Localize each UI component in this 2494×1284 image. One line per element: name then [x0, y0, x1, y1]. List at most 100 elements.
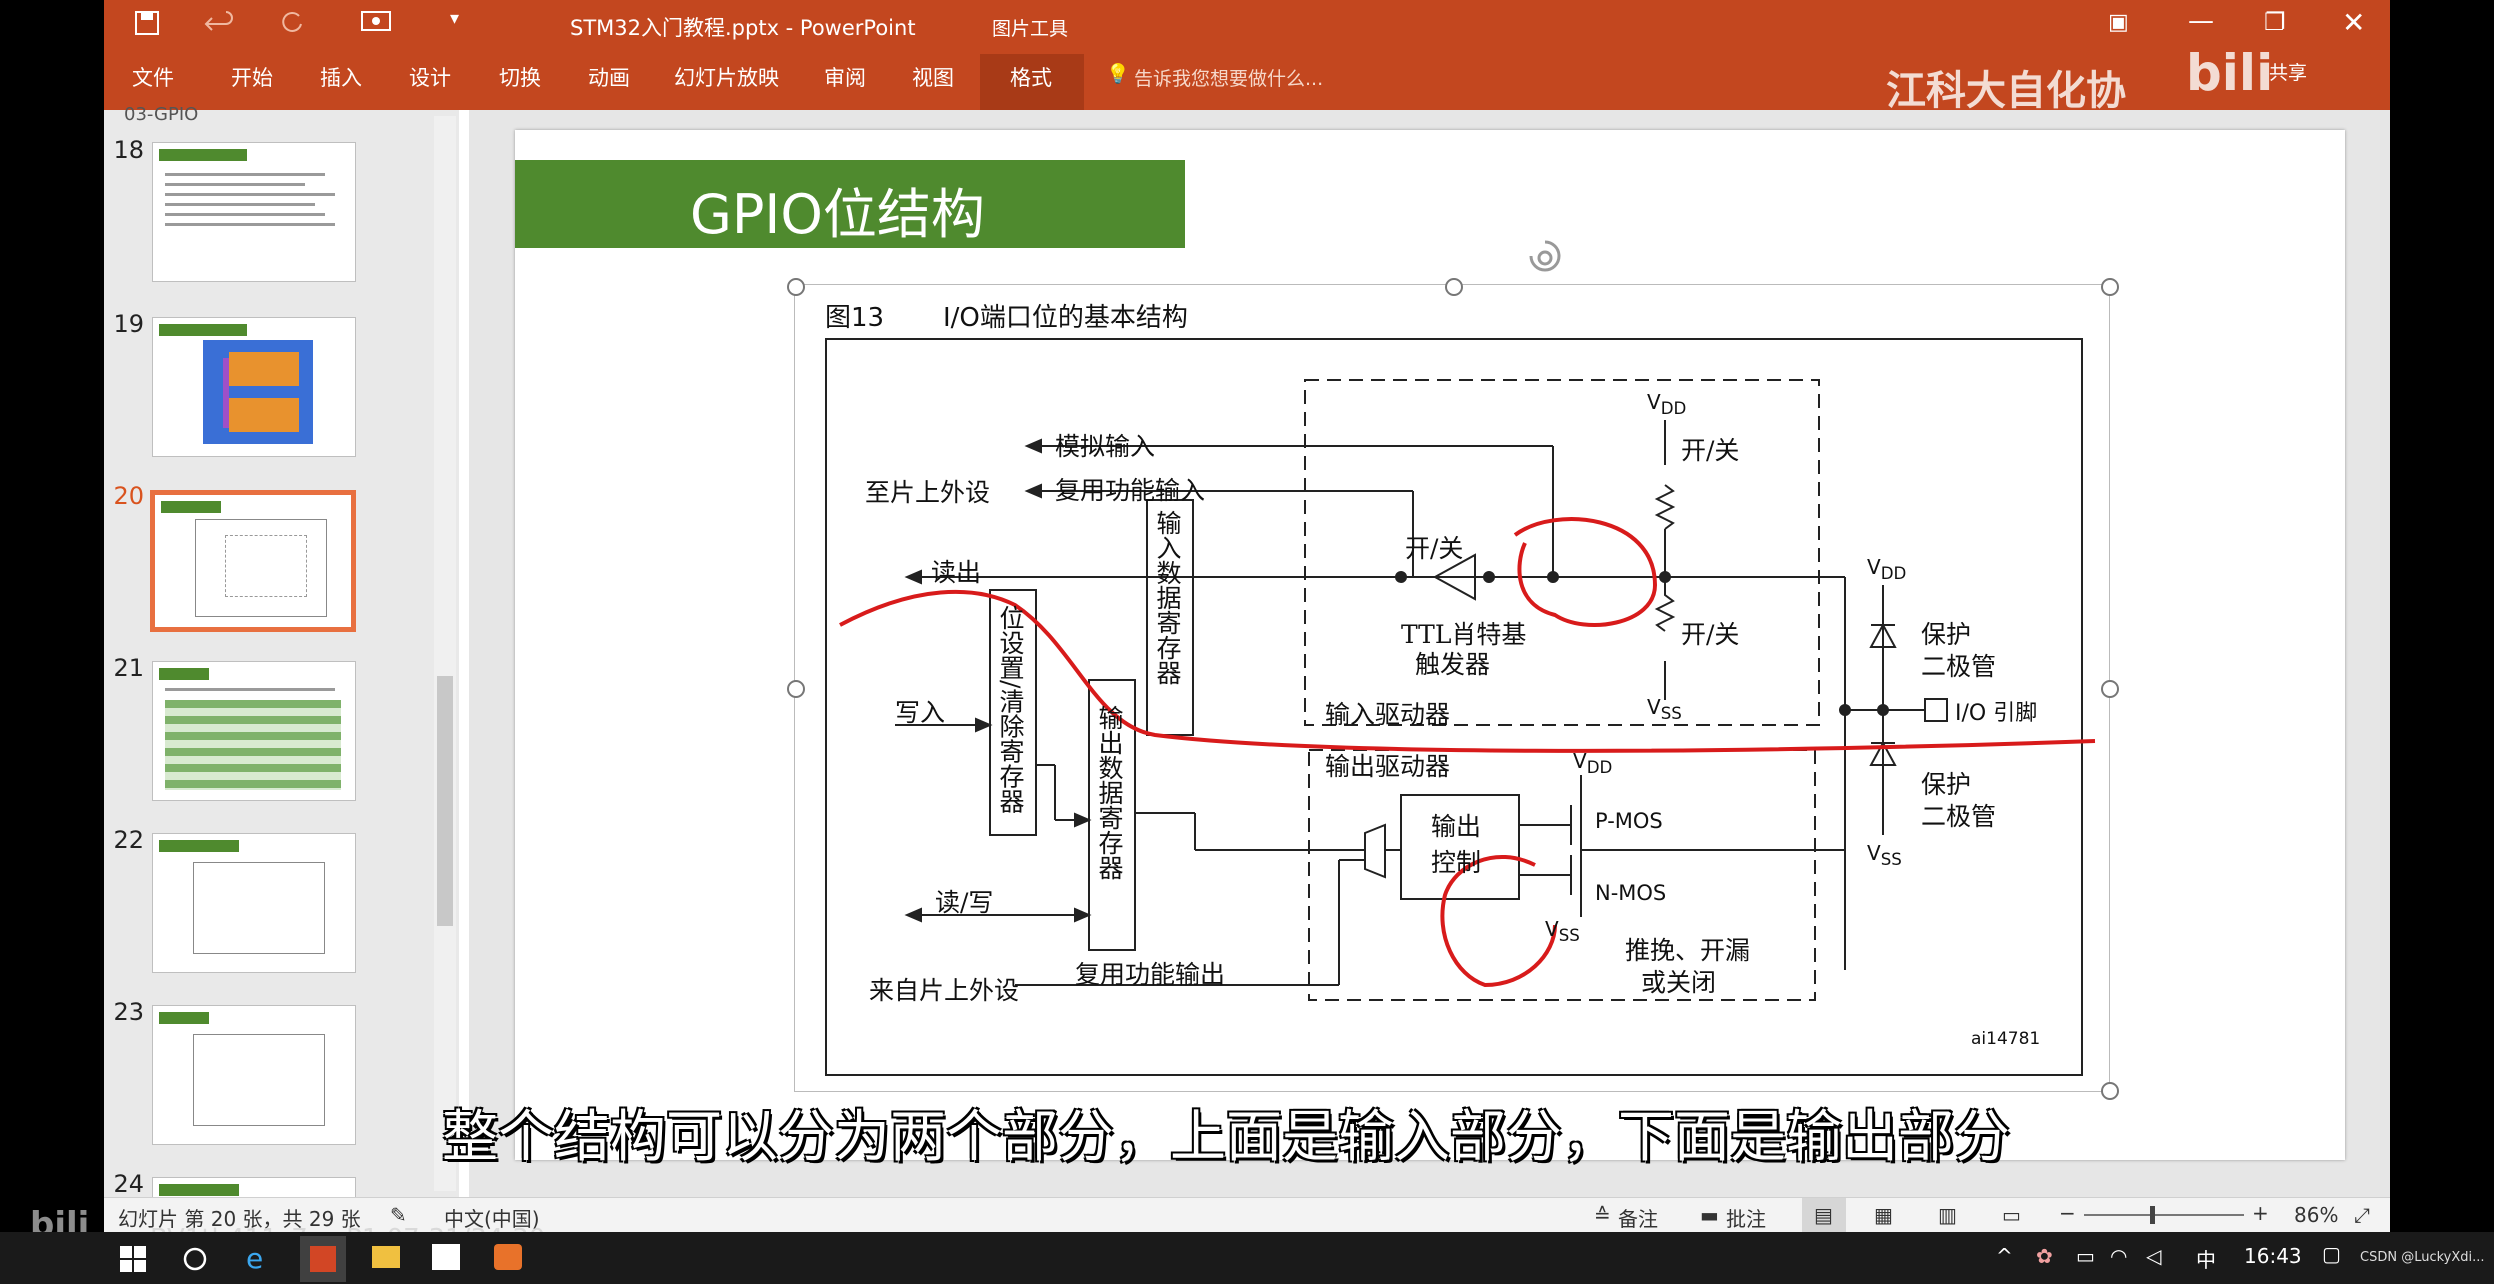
maximize-icon[interactable]: ❐ [2264, 8, 2286, 36]
close-icon[interactable]: ✕ [2342, 6, 2365, 39]
normal-view-icon: ▤ [1814, 1203, 1833, 1227]
notes-button[interactable]: 备注 [1618, 1203, 1658, 1232]
fit-slide-icon[interactable]: ⤢ [2354, 1203, 2370, 1227]
slideshow-icon[interactable] [360, 8, 394, 36]
ribbon-tabs: 文件 开始 插入 设计 切换 动画 幻灯片放映 审阅 视图 格式 💡 告诉我您想… [104, 54, 1323, 110]
thumbnail-slide-21[interactable] [152, 661, 356, 801]
comments-button[interactable]: 批注 [1726, 1203, 1766, 1232]
slide-number-selected: 20 [113, 482, 144, 510]
zoom-level[interactable]: 86% [2294, 1203, 2338, 1227]
label-protect-2: 保护 [1921, 770, 1972, 799]
resize-handle[interactable] [1445, 278, 1463, 296]
thumbnails-scrollbar[interactable] [434, 116, 456, 1191]
slide-title-box[interactable]: GPIO位结构 [515, 160, 1185, 248]
vss-letter: V [1867, 841, 1881, 865]
rotate-handle-icon[interactable] [1523, 236, 1567, 280]
vdd-sub: DD [1660, 399, 1687, 418]
slideshow-view-icon[interactable]: ▭ [2002, 1203, 2021, 1227]
thumbnail-slide-24[interactable] [152, 1177, 356, 1199]
label-write-in: 写入 [895, 698, 946, 727]
resize-handle[interactable] [2101, 1082, 2119, 1100]
vss-letter: V [1647, 695, 1661, 719]
network-icon[interactable]: ◠ [2110, 1244, 2127, 1268]
slide-number: 22 [113, 826, 144, 854]
tab-transitions[interactable]: 切换 [499, 62, 541, 92]
notification-icon[interactable]: ▢ [2322, 1242, 2341, 1266]
undo-icon[interactable] [204, 10, 234, 36]
slide-sorter-icon[interactable]: ▦ [1874, 1203, 1893, 1227]
vdd-letter: V [1867, 555, 1881, 579]
tab-view[interactable]: 视图 [912, 62, 954, 92]
slide-title: GPIO位结构 [690, 183, 985, 246]
resize-handle[interactable] [2101, 278, 2119, 296]
label-read-out: 读出 [931, 558, 982, 587]
ribbon-display-icon[interactable]: ▣ [2108, 10, 2129, 35]
windows-start-icon[interactable] [120, 1246, 146, 1272]
volume-icon[interactable]: ◁ [2146, 1244, 2161, 1268]
tab-animations[interactable]: 动画 [588, 62, 630, 92]
label-diode-1: 二极管 [1921, 652, 1997, 681]
ime-indicator[interactable]: 中 [2196, 1244, 2216, 1273]
slide-number: 18 [113, 136, 144, 164]
vss-letter: V [1545, 917, 1559, 941]
label-output-ctrl-2: 控制 [1431, 848, 1482, 877]
photos-icon[interactable] [432, 1244, 460, 1270]
tab-review[interactable]: 审阅 [824, 62, 866, 92]
label-vdd-3: VDD [1573, 749, 1612, 777]
zoom-slider[interactable] [2084, 1214, 2244, 1216]
normal-view-button[interactable]: ▤ [1802, 1198, 1846, 1232]
label-protect-1: 保护 [1921, 620, 1972, 649]
app-icon[interactable] [494, 1244, 522, 1270]
label-diode-2: 二极管 [1921, 802, 1997, 831]
gpio-figure-image[interactable]: 图13 I/O端口位的基本结构 模拟输入 至片上外设 复用功能输入 读出 写入 … [794, 284, 2110, 1092]
tab-file[interactable]: 文件 [132, 62, 174, 92]
share-button[interactable]: 共享 [2269, 58, 2307, 85]
search-icon[interactable] [182, 1246, 208, 1272]
powerpoint-icon [310, 1246, 336, 1272]
powerpoint-taskbar-button[interactable] [300, 1236, 346, 1282]
tab-insert[interactable]: 插入 [320, 62, 362, 92]
minimize-icon[interactable]: — [2188, 6, 2214, 36]
section-label[interactable]: 03-GPIO [124, 104, 198, 125]
label-output-ctrl-1: 输出 [1431, 812, 1482, 841]
vdd-letter: V [1647, 390, 1661, 414]
save-icon[interactable] [134, 10, 160, 36]
tab-format[interactable]: 格式 [980, 54, 1084, 110]
thumbnail-slide-18[interactable] [152, 142, 356, 282]
label-alt-in: 复用功能输入 [1055, 476, 1206, 505]
slide-editor: GPIO位结构 图13 I/O端口位的基本结构 模拟输入 至片上外设 复用功能输… [469, 110, 2390, 1197]
zoom-slider-thumb[interactable] [2150, 1206, 2155, 1224]
thumbnail-slide-20[interactable] [150, 490, 356, 632]
tell-me-input[interactable]: 告诉我您想要做什么... [1134, 64, 1323, 91]
picture-tools-label: 图片工具 [992, 18, 1069, 40]
tab-slideshow[interactable]: 幻灯片放映 [674, 62, 779, 92]
resize-handle[interactable] [787, 278, 805, 296]
file-explorer-icon[interactable] [372, 1246, 400, 1268]
vss-sub: SS [1558, 926, 1580, 945]
tab-design[interactable]: 设计 [409, 62, 451, 92]
vdd-sub: DD [1880, 564, 1907, 583]
zoom-in-icon[interactable]: + [2252, 1201, 2269, 1225]
customize-qat-icon[interactable]: ▾ [450, 8, 459, 29]
vdd-sub: DD [1586, 758, 1613, 777]
thumbnail-slide-23[interactable] [152, 1005, 356, 1145]
thumbnail-slide-19[interactable] [152, 317, 356, 457]
scroll-thumb[interactable] [437, 676, 453, 926]
tab-home[interactable]: 开始 [231, 62, 273, 92]
edge-icon[interactable]: e [246, 1242, 263, 1275]
resize-handle[interactable] [787, 680, 805, 698]
slide-number: 21 [113, 654, 144, 682]
tray-app-icon[interactable]: ✿ [2036, 1244, 2053, 1268]
label-vss-2: VSS [1867, 841, 1902, 869]
reading-view-icon[interactable]: ▥ [1938, 1203, 1957, 1227]
resize-handle[interactable] [2101, 680, 2119, 698]
video-subtitle: 整个结构可以分为两个部分，上面是输入部分，下面是输出部分 [442, 1105, 2010, 1170]
zoom-out-icon[interactable]: − [2059, 1201, 2076, 1225]
clock[interactable]: 16:43 [2244, 1244, 2302, 1268]
show-hidden-icons[interactable]: ^ [1996, 1244, 2013, 1268]
label-vss-3: VSS [1545, 917, 1580, 945]
thumbnail-slide-22[interactable] [152, 833, 356, 973]
battery-icon[interactable]: ▭ [2076, 1244, 2095, 1268]
redo-icon[interactable] [279, 10, 305, 36]
label-analog-in: 模拟输入 [1055, 432, 1156, 461]
